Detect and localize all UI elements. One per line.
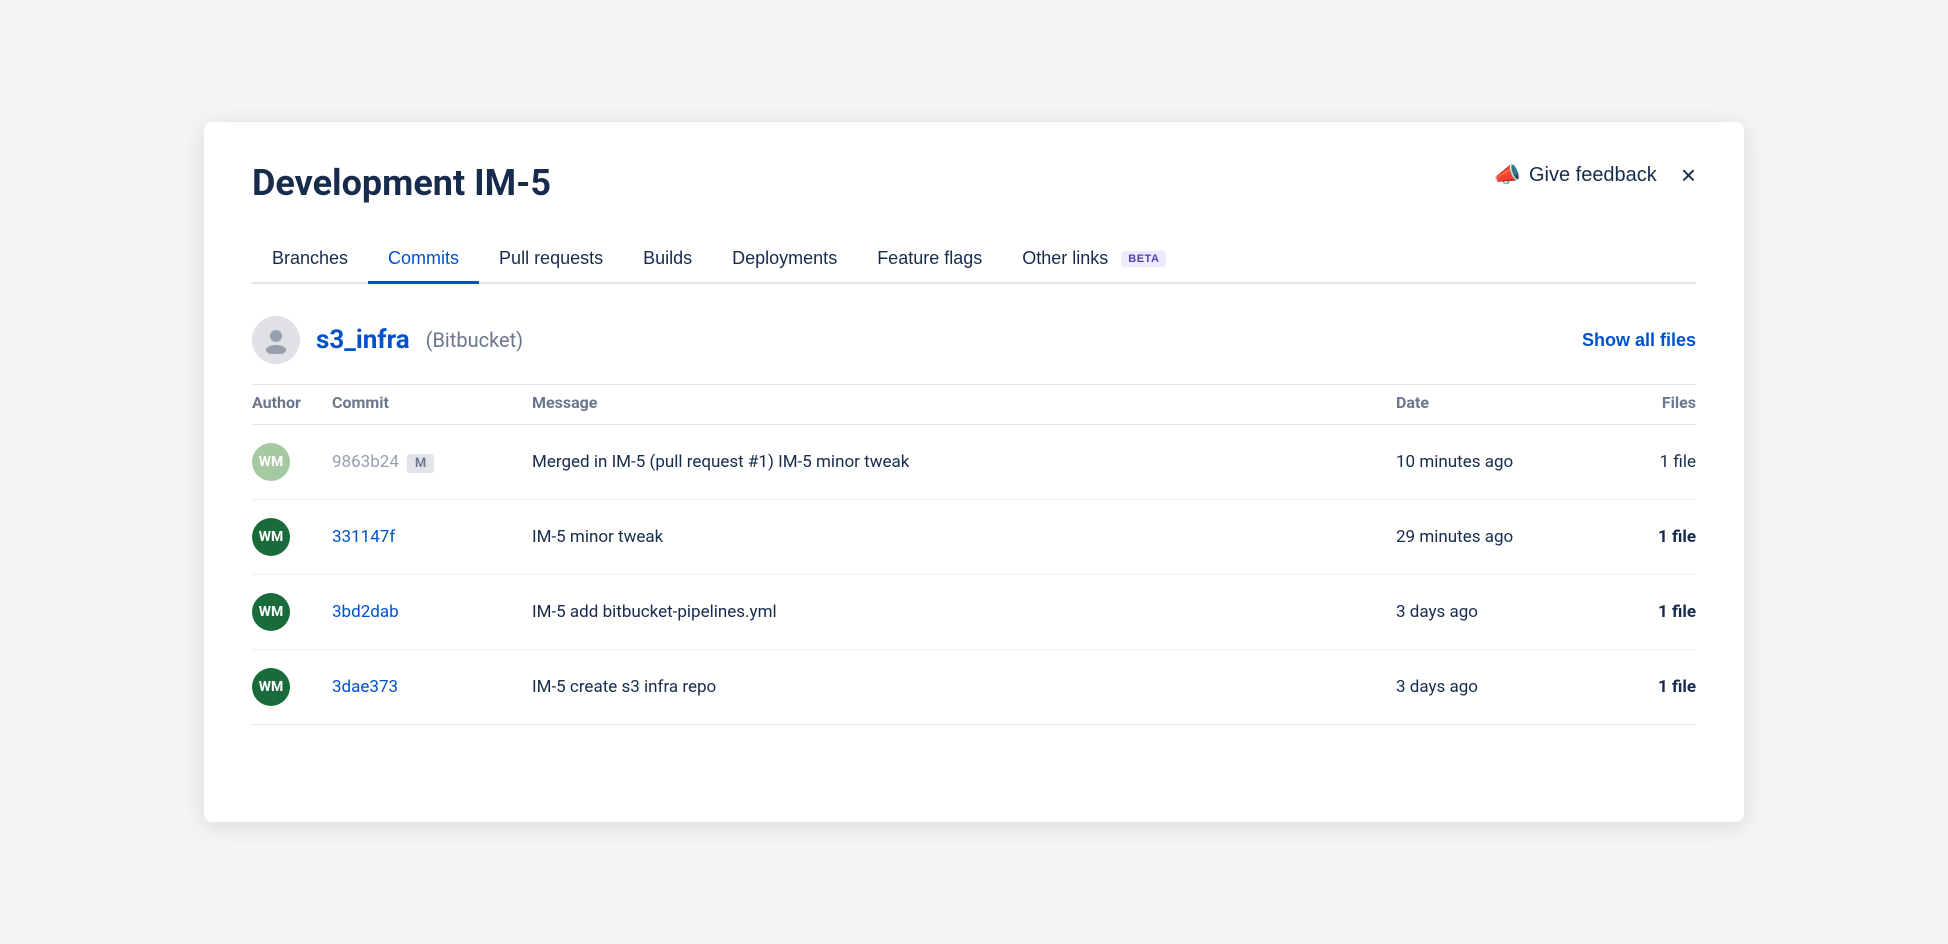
commit-files: 1 file xyxy=(1596,425,1696,500)
commit-message: Merged in IM-5 (pull request #1) IM-5 mi… xyxy=(532,425,1396,500)
megaphone-icon: 📣 xyxy=(1494,162,1521,188)
commit-files[interactable]: 1 file xyxy=(1596,575,1696,650)
author-avatar: WM xyxy=(252,593,290,631)
tab-builds[interactable]: Builds xyxy=(623,236,712,284)
panel-header: Development IM-5 📣 Give feedback × xyxy=(252,162,1696,204)
show-all-files-button[interactable]: Show all files xyxy=(1582,330,1696,351)
table-row: WM 3dae373 IM-5 create s3 infra repo3 days… xyxy=(252,650,1696,725)
repo-header: s3_infra (Bitbucket) Show all files xyxy=(252,316,1696,364)
panel-title: Development IM-5 xyxy=(252,162,551,204)
commit-hash[interactable]: 331147f xyxy=(332,527,395,547)
commit-date: 10 minutes ago xyxy=(1396,425,1596,500)
commit-hash[interactable]: 3dae373 xyxy=(332,677,398,697)
table-row: WM 331147f IM-5 minor tweak29 minutes ago1… xyxy=(252,500,1696,575)
close-button[interactable]: × xyxy=(1681,162,1696,188)
give-feedback-label: Give feedback xyxy=(1529,164,1657,187)
col-header-date: Date xyxy=(1396,385,1596,425)
commit-files[interactable]: 1 file xyxy=(1596,500,1696,575)
tab-commits[interactable]: Commits xyxy=(368,236,479,284)
col-header-files: Files xyxy=(1596,385,1696,425)
tabs-nav: Branches Commits Pull requests Builds De… xyxy=(252,236,1696,284)
commit-date: 3 days ago xyxy=(1396,575,1596,650)
commit-hash[interactable]: 9863b24 xyxy=(332,452,399,472)
commit-cell: 331147f xyxy=(332,500,532,575)
commit-cell: 9863b24 M xyxy=(332,425,532,500)
commit-files[interactable]: 1 file xyxy=(1596,650,1696,725)
main-panel: Development IM-5 📣 Give feedback × Branc… xyxy=(204,122,1744,822)
tab-pull-requests[interactable]: Pull requests xyxy=(479,236,623,284)
repo-info: s3_infra (Bitbucket) xyxy=(252,316,523,364)
commit-message: IM-5 add bitbucket-pipelines.yml xyxy=(532,575,1396,650)
commit-hash[interactable]: 3bd2dab xyxy=(332,602,399,622)
repo-section: s3_infra (Bitbucket) Show all files Auth… xyxy=(252,316,1696,725)
header-actions: 📣 Give feedback × xyxy=(1494,162,1696,188)
commit-message: IM-5 minor tweak xyxy=(532,500,1396,575)
give-feedback-button[interactable]: 📣 Give feedback xyxy=(1494,162,1657,188)
author-avatar: WM xyxy=(252,518,290,556)
commit-cell: 3dae373 xyxy=(332,650,532,725)
col-header-commit: Commit xyxy=(332,385,532,425)
repo-name[interactable]: s3_infra xyxy=(316,325,410,355)
repo-provider: (Bitbucket) xyxy=(426,328,524,352)
commit-message: IM-5 create s3 infra repo xyxy=(532,650,1396,725)
table-row: WM 9863b24 M Merged in IM-5 (pull request #… xyxy=(252,425,1696,500)
beta-badge: BETA xyxy=(1121,251,1166,267)
col-header-author: Author xyxy=(252,385,332,425)
commit-date: 29 minutes ago xyxy=(1396,500,1596,575)
commit-date: 3 days ago xyxy=(1396,650,1596,725)
repo-avatar xyxy=(252,316,300,364)
col-header-message: Message xyxy=(532,385,1396,425)
author-avatar: WM xyxy=(252,443,290,481)
author-avatar: WM xyxy=(252,668,290,706)
tab-branches[interactable]: Branches xyxy=(252,236,368,284)
table-row: WM 3bd2dab IM-5 add bitbucket-pipelines.ym… xyxy=(252,575,1696,650)
tab-feature-flags[interactable]: Feature flags xyxy=(857,236,1002,284)
commits-table: Author Commit Message Date Files WM 9863b… xyxy=(252,384,1696,725)
commit-cell: 3bd2dab xyxy=(332,575,532,650)
merge-badge: M xyxy=(407,454,434,473)
tab-deployments[interactable]: Deployments xyxy=(712,236,857,284)
tab-other-links[interactable]: Other links BETA xyxy=(1002,236,1186,284)
